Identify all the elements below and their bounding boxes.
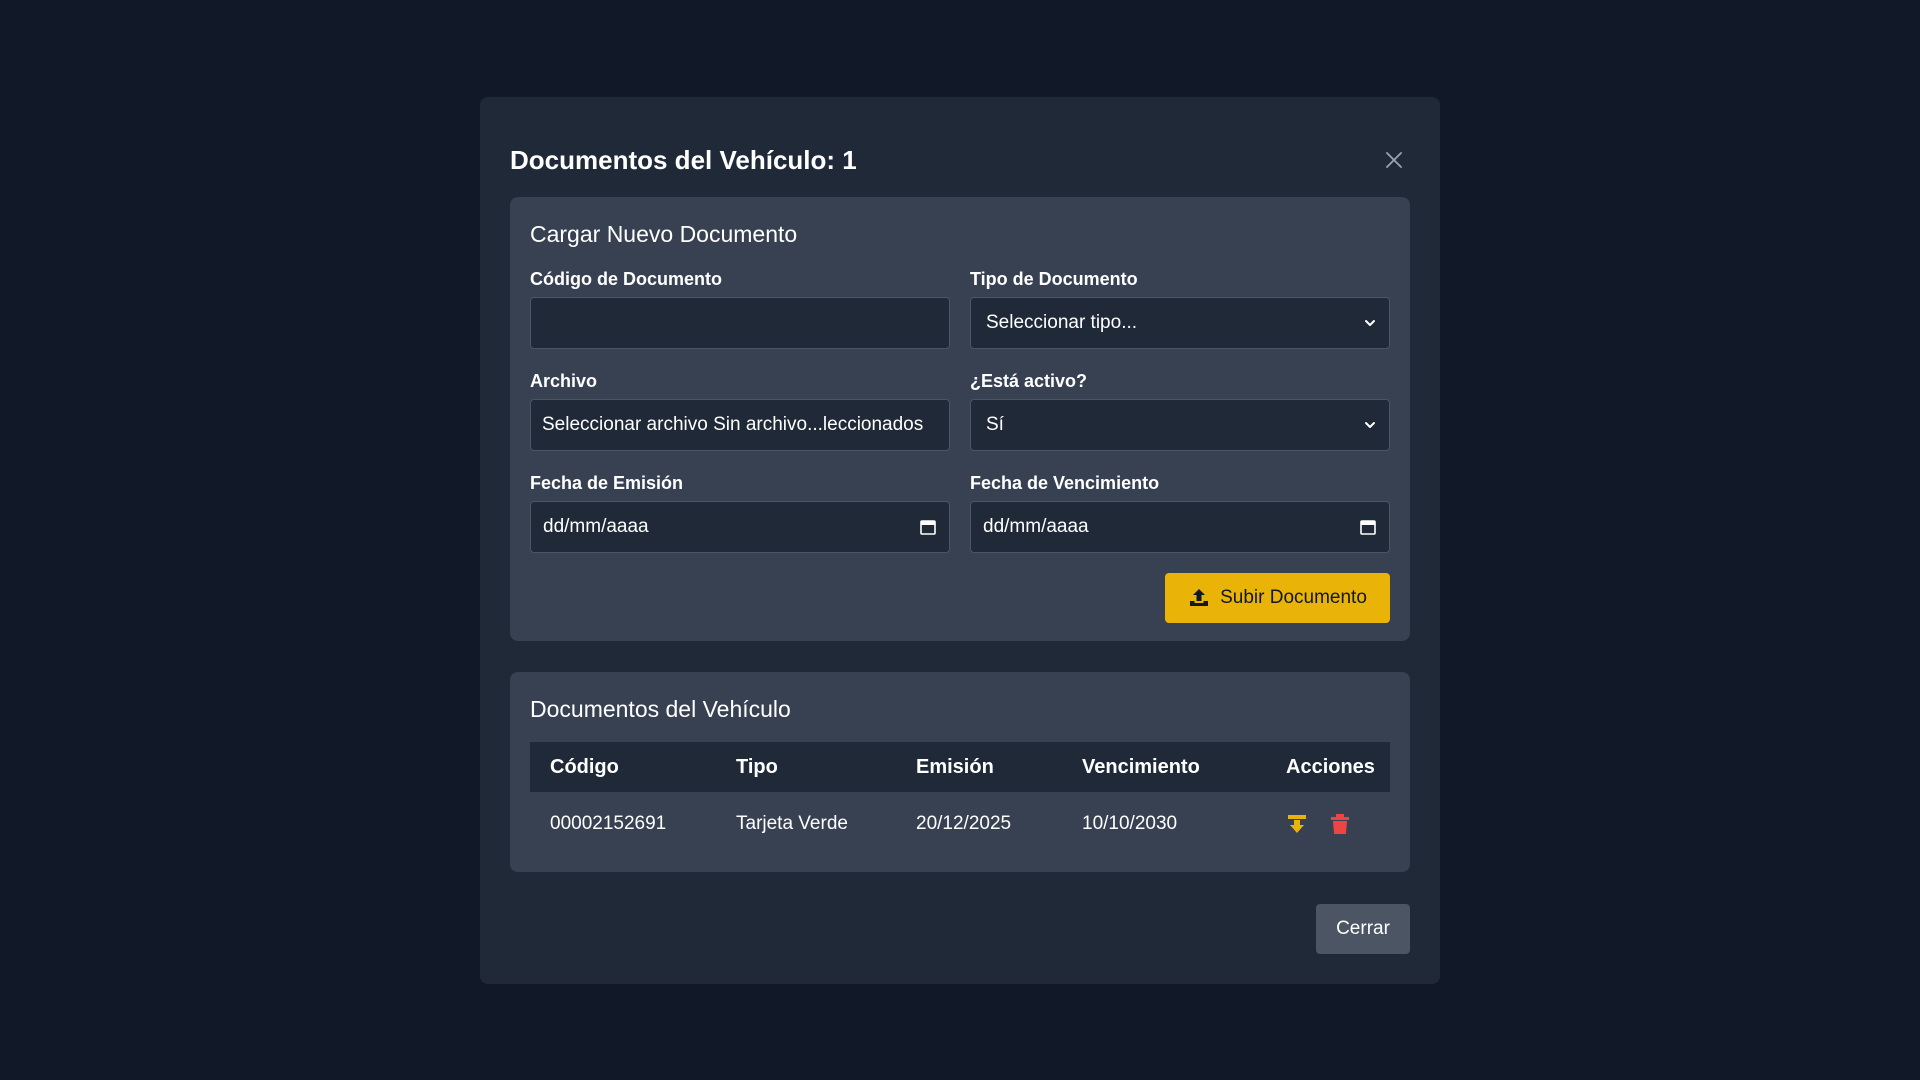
calendar-icon[interactable]: [919, 518, 937, 536]
calendar-icon[interactable]: [1359, 518, 1377, 536]
activo-field-group: ¿Está activo? Sí: [970, 371, 1390, 451]
emision-field-group: Fecha de Emisión dd/mm/aaaa: [530, 473, 950, 553]
documents-table: Código Tipo Emisión Vencimiento Acciones…: [530, 742, 1390, 856]
emision-placeholder: dd/mm/aaaa: [543, 516, 649, 537]
header-acciones: Acciones: [1286, 755, 1375, 778]
header-vencimiento: Vencimiento: [1082, 755, 1200, 778]
download-button[interactable]: [1286, 813, 1308, 835]
cell-emision: 20/12/2025: [916, 813, 1012, 834]
documents-modal: Documentos del Vehículo: 1 Cargar Nuevo …: [480, 97, 1440, 984]
modal-title: Documentos del Vehículo: 1: [510, 144, 857, 175]
header-codigo: Código: [550, 755, 619, 778]
download-icon: [1288, 815, 1306, 833]
cell-acciones: [1266, 813, 1390, 835]
archivo-file-text: Seleccionar archivo Sin archivo...leccio…: [542, 414, 924, 435]
codigo-input[interactable]: [530, 297, 950, 349]
trash-icon: [1331, 814, 1349, 834]
emision-date-input[interactable]: dd/mm/aaaa: [530, 501, 950, 553]
close-button[interactable]: [1378, 144, 1410, 176]
tipo-label: Tipo de Documento: [970, 269, 1138, 289]
archivo-field-group: Archivo Seleccionar archivo Sin archivo.…: [530, 371, 950, 451]
vencimiento-label: Fecha de Vencimiento: [970, 473, 1160, 493]
upload-card-title: Cargar Nuevo Documento: [530, 221, 798, 247]
vencimiento-field-group: Fecha de Vencimiento dd/mm/aaaa: [970, 473, 1390, 553]
activo-label: ¿Está activo?: [970, 371, 1088, 391]
activo-select-value: Sí: [986, 414, 1004, 435]
cerrar-button[interactable]: Cerrar: [1316, 904, 1410, 954]
header-tipo: Tipo: [736, 755, 778, 778]
archivo-label: Archivo: [530, 371, 598, 391]
table-header: Código Tipo Emisión Vencimiento Acciones: [530, 742, 1390, 792]
cell-vencimiento: 10/10/2030: [1082, 813, 1178, 834]
upload-button-label: Subir Documento: [1220, 587, 1367, 608]
chevron-down-icon: [1365, 422, 1375, 428]
close-icon: [1386, 152, 1402, 168]
table-row: 00002152691 Tarjeta Verde 20/12/2025 10/…: [530, 792, 1390, 856]
upload-card: Cargar Nuevo Documento Código de Documen…: [510, 197, 1410, 641]
cell-tipo: Tarjeta Verde: [736, 813, 848, 834]
codigo-field-group: Código de Documento: [530, 269, 950, 349]
documents-card-title: Documentos del Vehículo: [530, 696, 791, 722]
tipo-field-group: Tipo de Documento Seleccionar tipo...: [970, 269, 1390, 349]
vencimiento-placeholder: dd/mm/aaaa: [983, 516, 1089, 537]
upload-icon: [1190, 589, 1209, 606]
codigo-label: Código de Documento: [530, 269, 722, 289]
modal-header: Documentos del Vehículo: 1: [510, 137, 1410, 183]
activo-select[interactable]: Sí: [970, 399, 1390, 451]
emision-label: Fecha de Emisión: [530, 473, 684, 493]
header-emision: Emisión: [916, 755, 994, 778]
cell-codigo: 00002152691: [550, 813, 667, 834]
documents-card: Documentos del Vehículo Código Tipo Emis…: [510, 672, 1410, 872]
upload-document-button[interactable]: Subir Documento: [1165, 573, 1390, 623]
tipo-select-value: Seleccionar tipo...: [986, 312, 1138, 333]
vencimiento-date-input[interactable]: dd/mm/aaaa: [970, 501, 1390, 553]
delete-button[interactable]: [1330, 813, 1350, 835]
tipo-select[interactable]: Seleccionar tipo...: [970, 297, 1390, 349]
archivo-file-input[interactable]: Seleccionar archivo Sin archivo...leccio…: [530, 399, 950, 451]
chevron-down-icon: [1365, 320, 1375, 326]
